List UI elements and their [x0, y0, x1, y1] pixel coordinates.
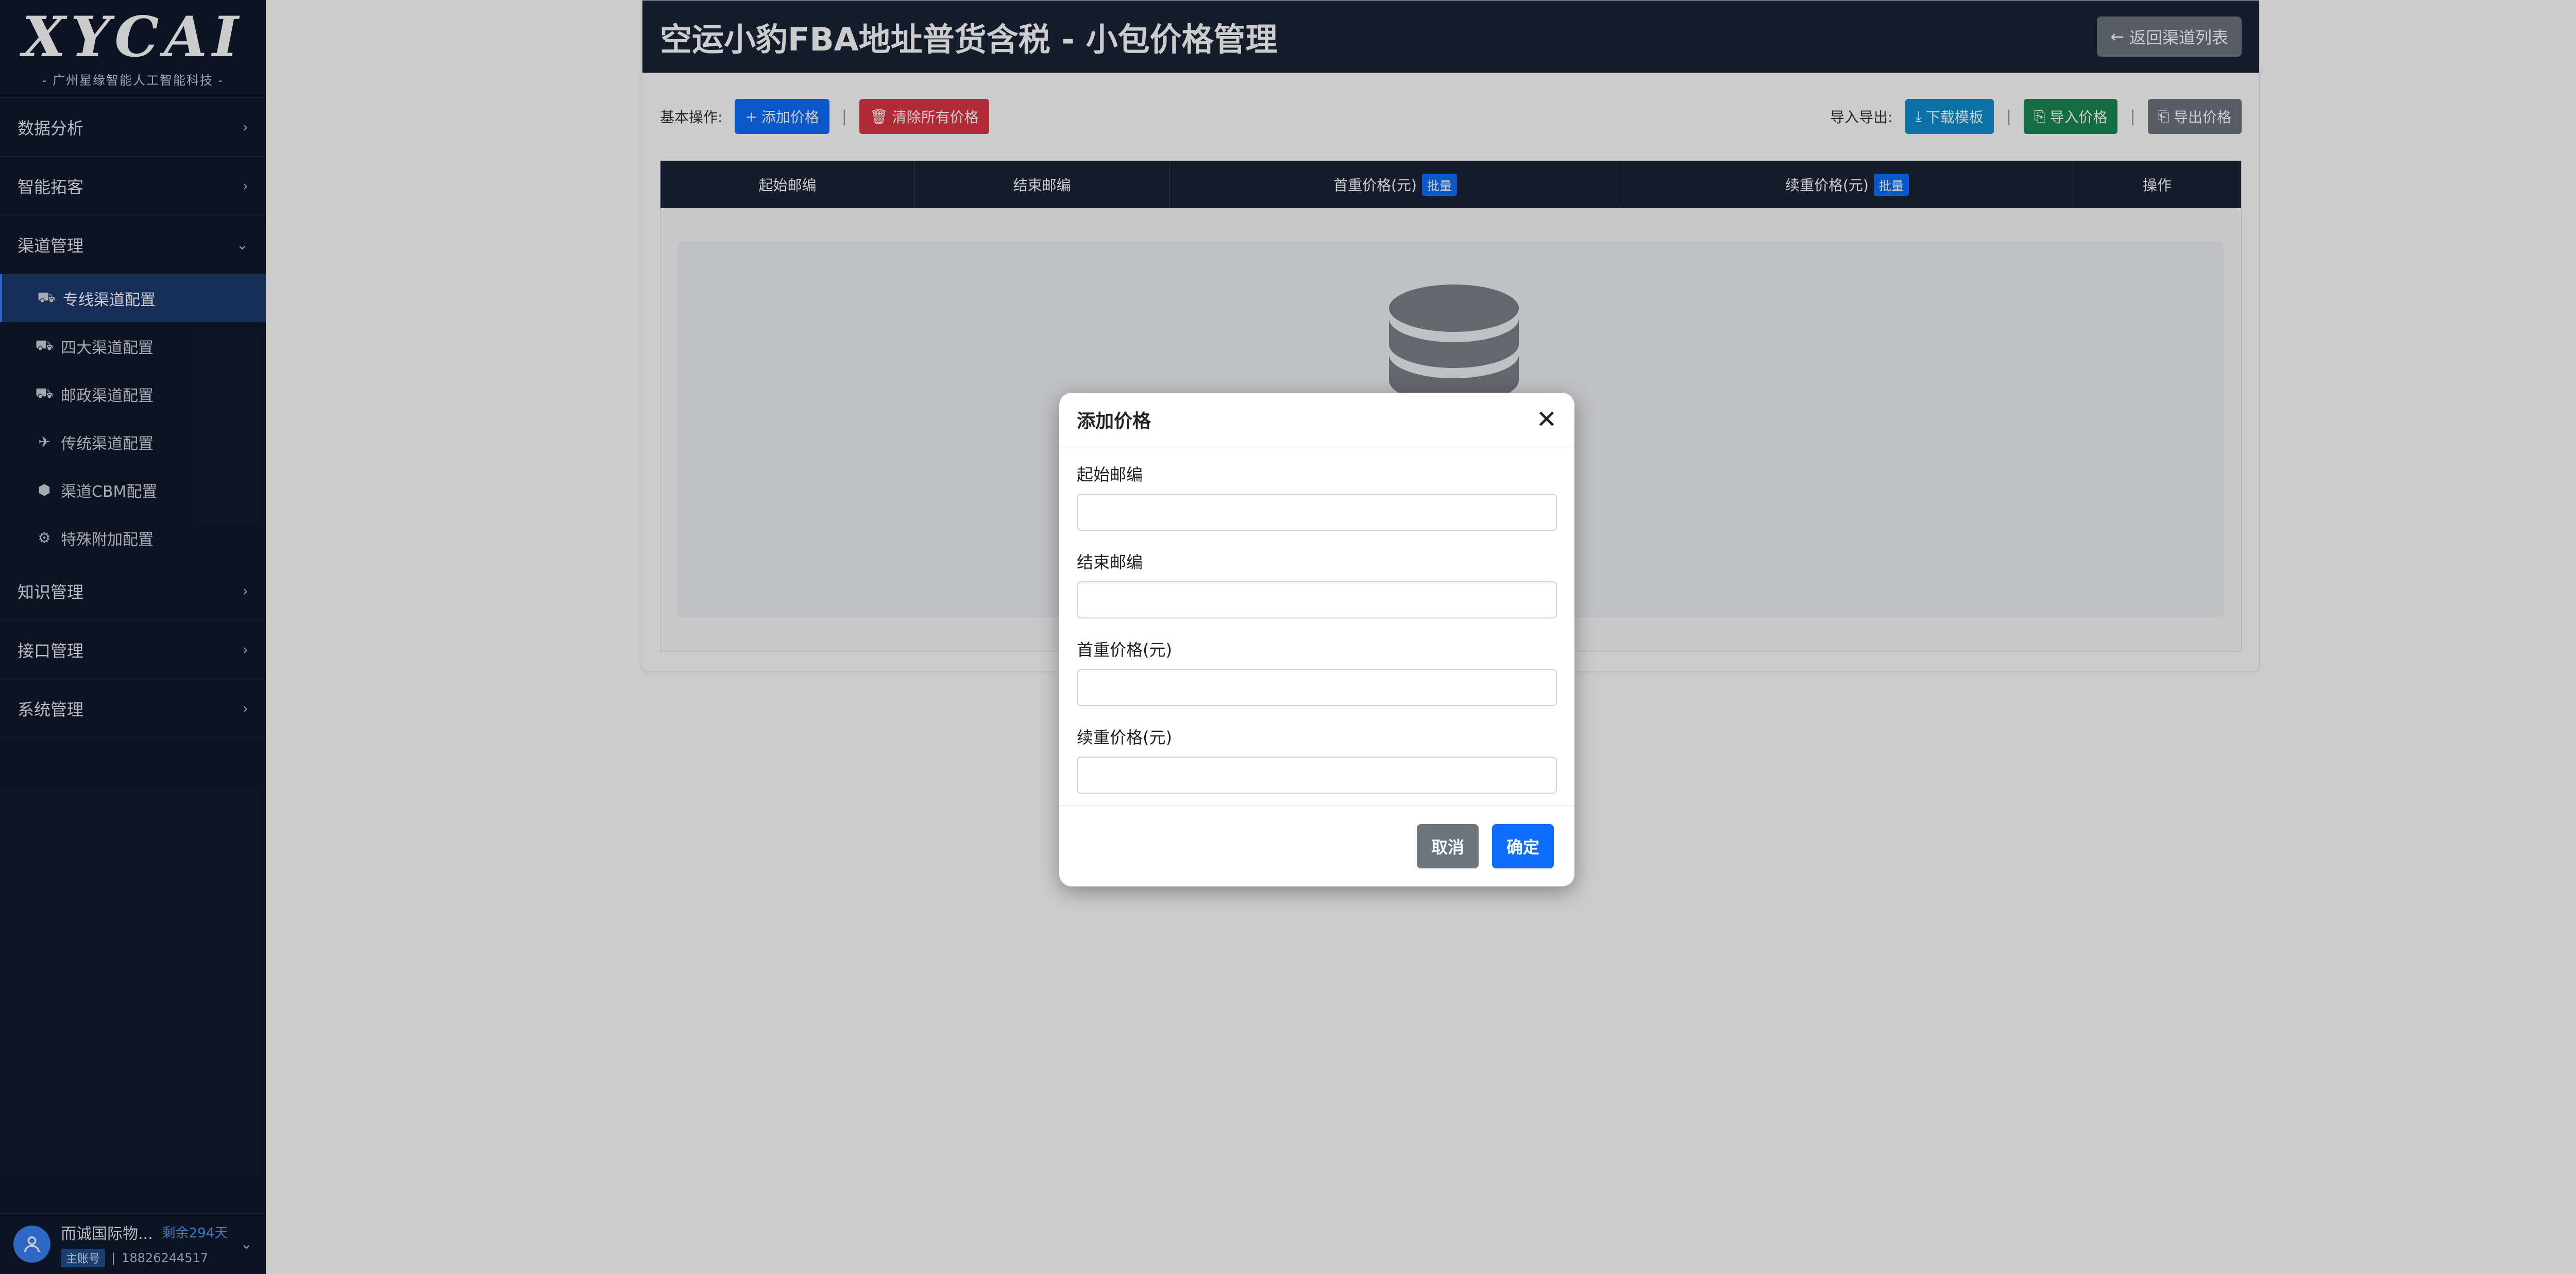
modal-body: 起始邮编 结束邮编 首重价格(元) 续重价格(元) — [1059, 446, 1574, 794]
confirm-button[interactable]: 确定 — [1492, 824, 1554, 868]
additional-weight-price-field: 续重价格(元) — [1077, 725, 1557, 794]
add-price-modal: 添加价格 ✕ 起始邮编 结束邮编 首重价格(元) 续重价格(元) 取消 确定 — [1059, 393, 1574, 886]
cancel-button[interactable]: 取消 — [1416, 824, 1479, 868]
start-zip-input[interactable] — [1077, 494, 1557, 531]
end-zip-label: 结束邮编 — [1077, 552, 1143, 572]
start-zip-field: 起始邮编 — [1077, 462, 1557, 531]
additional-weight-price-label: 续重价格(元) — [1077, 728, 1172, 747]
first-weight-price-label: 首重价格(元) — [1077, 640, 1172, 660]
end-zip-field: 结束邮编 — [1077, 549, 1557, 618]
first-weight-price-field: 首重价格(元) — [1077, 637, 1557, 706]
modal-title: 添加价格 — [1077, 410, 1151, 432]
additional-weight-price-input[interactable] — [1077, 757, 1557, 794]
start-zip-label: 起始邮编 — [1077, 465, 1143, 484]
close-icon[interactable]: ✕ — [1536, 407, 1557, 432]
modal-header: 添加价格 ✕ — [1059, 393, 1574, 446]
modal-footer: 取消 确定 — [1059, 805, 1574, 886]
first-weight-price-input[interactable] — [1077, 669, 1557, 706]
end-zip-input[interactable] — [1077, 581, 1557, 618]
